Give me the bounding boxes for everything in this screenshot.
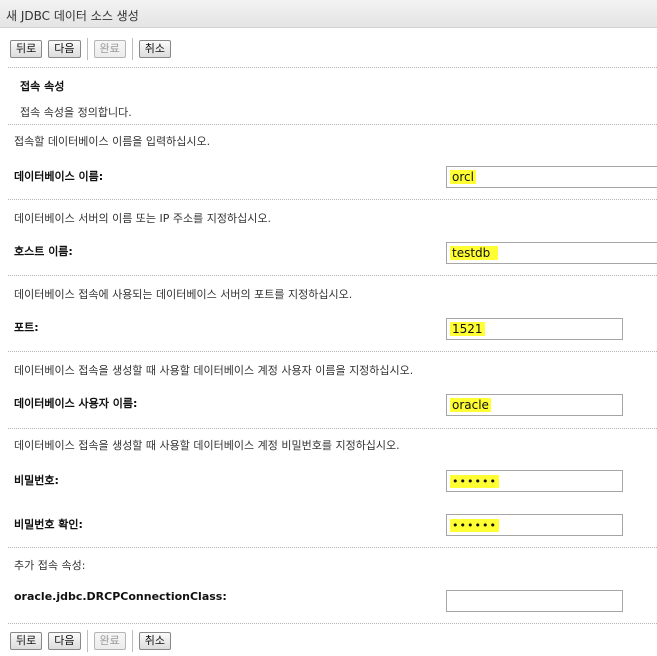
cancel-button[interactable]: 취소 — [138, 40, 171, 58]
host-name-description: 데이터베이스 서버의 이름 또는 IP 주소를 지정하십시오. — [14, 212, 271, 225]
toolbar-separator — [86, 38, 88, 60]
divider — [8, 275, 657, 276]
host-name-label: 호스트 이름: — [14, 245, 73, 258]
password-value: •••••• — [450, 475, 499, 488]
port-input[interactable]: 1521 — [446, 318, 623, 340]
toolbar-separator — [131, 630, 133, 652]
drcp-connection-class-label: oracle.jdbc.DRCPConnectionClass: — [14, 590, 227, 603]
port-description: 데이터베이스 접속에 사용되는 데이터베이스 서버의 포트를 지정하십시오. — [14, 288, 353, 301]
password-input[interactable]: •••••• — [446, 470, 623, 492]
section-subtitle: 접속 속성을 정의합니다. — [20, 106, 132, 119]
top-toolbar: 뒤로 다음 완료 취소 — [10, 38, 177, 60]
divider — [8, 199, 657, 200]
dialog-title-bar: 새 JDBC 데이터 소스 생성 — [0, 0, 657, 28]
next-button[interactable]: 다음 — [48, 632, 81, 650]
confirm-password-value: •••••• — [450, 519, 499, 532]
divider — [8, 428, 657, 429]
user-name-label: 데이터베이스 사용자 이름: — [14, 397, 138, 410]
next-button[interactable]: 다음 — [48, 40, 81, 58]
bottom-toolbar: 뒤로 다음 완료 취소 — [10, 630, 177, 652]
port-value: 1521 — [450, 322, 485, 336]
divider — [8, 124, 657, 125]
back-button[interactable]: 뒤로 — [10, 632, 43, 650]
divider — [8, 67, 657, 68]
database-name-value: orcl — [450, 170, 476, 184]
host-name-value: testdb — [450, 246, 498, 260]
dialog-title: 새 JDBC 데이터 소스 생성 — [6, 9, 139, 23]
section-title: 접속 속성 — [20, 80, 65, 93]
password-label: 비밀번호: — [14, 474, 59, 487]
additional-properties-description: 추가 접속 속성: — [14, 559, 86, 572]
database-name-label: 데이터베이스 이름: — [14, 170, 104, 183]
confirm-password-input[interactable]: •••••• — [446, 514, 623, 536]
host-name-input[interactable]: testdb — [446, 242, 657, 264]
cancel-button[interactable]: 취소 — [138, 632, 171, 650]
toolbar-separator — [131, 38, 133, 60]
database-name-description: 접속할 데이터베이스 이름을 입력하십시오. — [14, 135, 211, 148]
toolbar-separator — [86, 630, 88, 652]
user-name-input[interactable]: oracle — [446, 394, 623, 416]
finish-button[interactable]: 완료 — [93, 632, 126, 650]
port-label: 포트: — [14, 321, 39, 334]
divider — [8, 547, 657, 548]
user-name-description: 데이터베이스 접속을 생성할 때 사용할 데이터베이스 계정 사용자 이름을 지… — [14, 364, 414, 377]
back-button[interactable]: 뒤로 — [10, 40, 43, 58]
confirm-password-label: 비밀번호 확인: — [14, 518, 83, 531]
drcp-connection-class-input[interactable] — [446, 590, 623, 612]
user-name-value: oracle — [450, 398, 491, 412]
divider — [8, 623, 657, 624]
database-name-input[interactable]: orcl — [446, 166, 657, 188]
divider — [8, 351, 657, 352]
finish-button[interactable]: 완료 — [93, 40, 126, 58]
password-description: 데이터베이스 접속을 생성할 때 사용할 데이터베이스 계정 비밀번호를 지정하… — [14, 439, 400, 452]
